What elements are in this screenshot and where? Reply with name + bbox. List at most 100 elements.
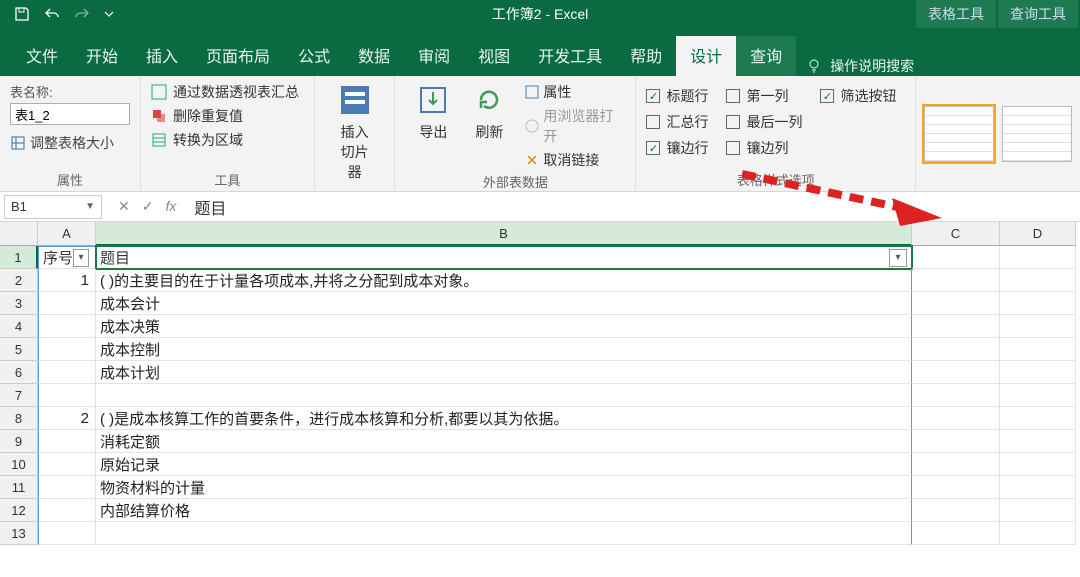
cell[interactable] [1000, 315, 1076, 338]
cell[interactable] [912, 384, 1000, 407]
cell[interactable]: ( )是成本核算工作的首要条件，进行成本核算和分析,都要以其为依据。 [96, 407, 912, 430]
chk-first-col[interactable]: 第一列 [726, 86, 802, 106]
row-header[interactable]: 7 [0, 384, 38, 407]
cell[interactable] [1000, 522, 1076, 545]
tab-view[interactable]: 视图 [464, 36, 524, 76]
select-all-corner[interactable] [0, 222, 38, 246]
cell[interactable] [1000, 338, 1076, 361]
cell[interactable]: 成本计划 [96, 361, 912, 384]
cell[interactable] [38, 476, 96, 499]
cell[interactable] [912, 407, 1000, 430]
cell[interactable] [912, 292, 1000, 315]
chk-header-row[interactable]: ✓标题行 [646, 86, 708, 106]
export-button[interactable]: 导出 [405, 82, 461, 142]
insert-slicer-button[interactable]: 插入切片器 [325, 82, 385, 182]
table-name-input[interactable] [10, 103, 130, 125]
cell[interactable] [96, 522, 912, 545]
cell[interactable] [1000, 453, 1076, 476]
cell[interactable] [96, 384, 912, 407]
table-style-thumb[interactable] [1002, 106, 1072, 162]
cell[interactable]: 2 [38, 407, 96, 430]
row-header[interactable]: 9 [0, 430, 38, 453]
cell[interactable] [38, 499, 96, 522]
enter-icon[interactable]: ✓ [142, 198, 154, 215]
cell[interactable] [38, 338, 96, 361]
cell[interactable] [38, 315, 96, 338]
cell[interactable]: 消耗定额 [96, 430, 912, 453]
refresh-button[interactable]: 刷新 [461, 82, 517, 142]
unlink-button[interactable]: 取消链接 [525, 150, 625, 170]
col-header-B[interactable]: B [96, 222, 912, 246]
cell[interactable]: 物资材料的计量 [96, 476, 912, 499]
cell[interactable] [38, 384, 96, 407]
cell[interactable] [912, 338, 1000, 361]
tab-help[interactable]: 帮助 [616, 36, 676, 76]
tell-me-search[interactable]: 操作说明搜索 [806, 56, 914, 76]
chk-total-row[interactable]: 汇总行 [646, 112, 708, 132]
cell[interactable]: ( )的主要目的在于计量各项成本,并将之分配到成本对象。 [96, 269, 912, 292]
filter-dropdown-icon[interactable]: ▾ [889, 249, 907, 267]
context-tab-table-tools[interactable]: 表格工具 [916, 0, 996, 28]
cell[interactable]: 1 [38, 269, 96, 292]
formula-input[interactable]: 题目 [186, 195, 1080, 219]
redo-icon[interactable] [74, 6, 90, 22]
convert-range-button[interactable]: 转换为区域 [151, 130, 304, 150]
cell[interactable]: 成本决策 [96, 315, 912, 338]
cell[interactable] [38, 453, 96, 476]
row-header[interactable]: 3 [0, 292, 38, 315]
cell[interactable] [912, 361, 1000, 384]
tab-query[interactable]: 查询 [736, 36, 796, 76]
row-header[interactable]: 10 [0, 453, 38, 476]
cell[interactable] [38, 361, 96, 384]
tab-data[interactable]: 数据 [344, 36, 404, 76]
row-header[interactable]: 11 [0, 476, 38, 499]
table-styles-gallery[interactable] [916, 76, 1080, 191]
cell[interactable] [912, 315, 1000, 338]
resize-table-button[interactable]: 调整表格大小 [10, 133, 130, 153]
cell[interactable]: 题目▾ [96, 246, 912, 269]
cell[interactable] [38, 292, 96, 315]
save-icon[interactable] [14, 6, 30, 22]
row-header[interactable]: 8 [0, 407, 38, 430]
chk-banded-cols[interactable]: 镶边列 [726, 138, 802, 158]
undo-icon[interactable] [44, 6, 60, 22]
tab-design[interactable]: 设计 [676, 36, 736, 76]
cell[interactable]: 原始记录 [96, 453, 912, 476]
tab-pagelayout[interactable]: 页面布局 [192, 36, 284, 76]
summarize-pivot-button[interactable]: 通过数据透视表汇总 [151, 82, 304, 102]
row-header[interactable]: 5 [0, 338, 38, 361]
cell[interactable] [1000, 476, 1076, 499]
cell[interactable] [38, 430, 96, 453]
cell[interactable] [912, 430, 1000, 453]
fx-icon[interactable]: fx [165, 198, 176, 215]
remove-duplicates-button[interactable]: 删除重复值 [151, 106, 304, 126]
cell[interactable] [1000, 292, 1076, 315]
cell[interactable] [912, 269, 1000, 292]
cell[interactable]: 内部结算价格 [96, 499, 912, 522]
tab-review[interactable]: 审阅 [404, 36, 464, 76]
chevron-down-icon[interactable]: ▼ [85, 201, 95, 212]
context-tab-query-tools[interactable]: 查询工具 [998, 0, 1078, 28]
customize-qat-icon[interactable] [104, 6, 114, 22]
tab-developer[interactable]: 开发工具 [524, 36, 616, 76]
col-header-D[interactable]: D [1000, 222, 1076, 246]
row-header[interactable]: 13 [0, 522, 38, 545]
name-box[interactable]: B1 ▼ [4, 195, 102, 219]
chk-last-col[interactable]: 最后一列 [726, 112, 802, 132]
chk-filter-button[interactable]: ✓筛选按钮 [820, 86, 896, 106]
table-style-thumb[interactable] [924, 106, 994, 162]
cell[interactable]: 成本控制 [96, 338, 912, 361]
cancel-icon[interactable]: ✕ [118, 198, 130, 215]
row-header[interactable]: 2 [0, 269, 38, 292]
cell[interactable] [912, 476, 1000, 499]
cell[interactable] [1000, 361, 1076, 384]
row-header[interactable]: 6 [0, 361, 38, 384]
cell[interactable] [1000, 407, 1076, 430]
filter-dropdown-icon[interactable]: ▾ [73, 249, 89, 267]
cell[interactable] [1000, 246, 1076, 269]
chk-banded-rows[interactable]: ✓镶边行 [646, 138, 708, 158]
cell[interactable] [912, 246, 1000, 269]
table-properties-button[interactable]: 属性 [525, 82, 625, 102]
cell[interactable] [1000, 384, 1076, 407]
cell[interactable]: 成本会计 [96, 292, 912, 315]
